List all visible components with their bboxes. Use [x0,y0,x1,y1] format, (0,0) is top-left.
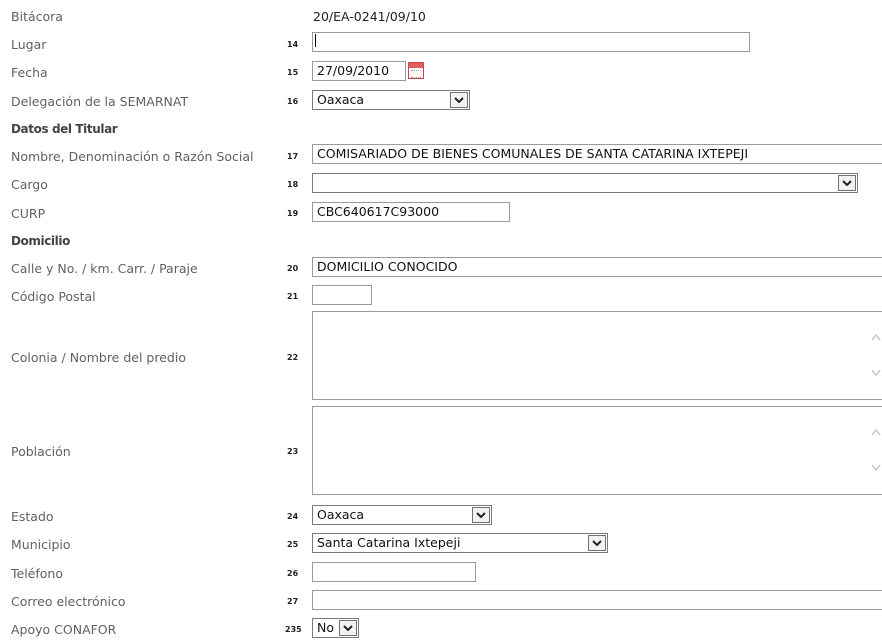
correo-label: Correo electrónico [11,594,126,609]
delegacion-select[interactable]: Oaxaca [312,90,470,110]
scroll-down-icon[interactable] [870,368,882,378]
poblacion-textarea[interactable] [312,406,882,495]
curp-input[interactable]: CBC640617C93000 [312,202,510,222]
scroll-up-icon[interactable] [870,332,882,342]
curp-number: 19 [287,209,299,218]
section-datos-titular: Datos del Titular [11,122,118,136]
poblacion-label: Población [11,444,71,459]
estado-number: 24 [287,512,299,521]
cargo-number: 18 [287,180,299,189]
poblacion-number: 23 [287,447,299,456]
scroll-up-icon[interactable] [870,427,882,437]
chevron-down-icon[interactable] [588,535,606,551]
cp-number: 21 [287,292,299,301]
nombre-number: 17 [287,152,299,161]
lugar-input[interactable] [312,32,750,52]
telefono-number: 26 [287,569,299,578]
section-domicilio: Domicilio [11,234,70,248]
calle-input[interactable]: DOMICILIO CONOCIDO [312,257,882,277]
apoyo-number: 235 [285,625,302,634]
colonia-number: 22 [287,353,299,362]
delegacion-number: 16 [287,97,299,106]
calle-number: 20 [287,264,299,273]
municipio-label: Municipio [11,537,71,552]
cp-label: Código Postal [11,289,96,304]
scroll-down-icon[interactable] [870,463,882,473]
municipio-selected-value: Santa Catarina Ixtepeji [317,535,461,550]
bitacora-value: 20/EA-0241/09/10 [313,9,426,24]
bitacora-label: Bitácora [11,9,63,24]
lugar-label: Lugar [11,37,47,52]
curp-label: CURP [11,206,46,221]
chevron-down-icon[interactable] [339,620,357,636]
text-cursor [315,34,316,47]
apoyo-label: Apoyo CONAFOR [11,622,117,637]
telefono-label: Teléfono [11,566,63,581]
cargo-select[interactable] [312,173,858,193]
calendar-icon[interactable] [408,62,424,79]
fecha-label: Fecha [11,65,48,80]
cargo-label: Cargo [11,177,48,192]
correo-input[interactable] [312,590,882,610]
telefono-input[interactable] [312,562,476,582]
colonia-textarea[interactable] [312,311,882,400]
estado-selected-value: Oaxaca [317,507,365,522]
municipio-select[interactable]: Santa Catarina Ixtepeji [312,533,608,553]
cp-input[interactable] [312,285,372,305]
lugar-number: 14 [287,40,299,49]
calle-label: Calle y No. / km. Carr. / Paraje [11,261,198,276]
colonia-label: Colonia / Nombre del predio [11,350,186,365]
nombre-label: Nombre, Denominación o Razón Social [11,149,254,164]
municipio-number: 25 [287,540,299,549]
chevron-down-icon[interactable] [450,92,468,108]
apoyo-select[interactable]: No [312,618,359,638]
nombre-input[interactable]: COMISARIADO DE BIENES COMUNALES DE SANTA… [312,144,882,164]
delegacion-label: Delegación de la SEMARNAT [11,94,189,109]
fecha-number: 15 [287,68,299,77]
chevron-down-icon[interactable] [472,507,490,523]
chevron-down-icon[interactable] [838,175,856,191]
estado-label: Estado [11,509,54,524]
apoyo-selected-value: No [317,620,334,635]
delegacion-selected-value: Oaxaca [317,92,365,107]
correo-number: 27 [287,597,299,606]
fecha-input[interactable]: 27/09/2010 [312,61,406,81]
estado-select[interactable]: Oaxaca [312,505,492,525]
